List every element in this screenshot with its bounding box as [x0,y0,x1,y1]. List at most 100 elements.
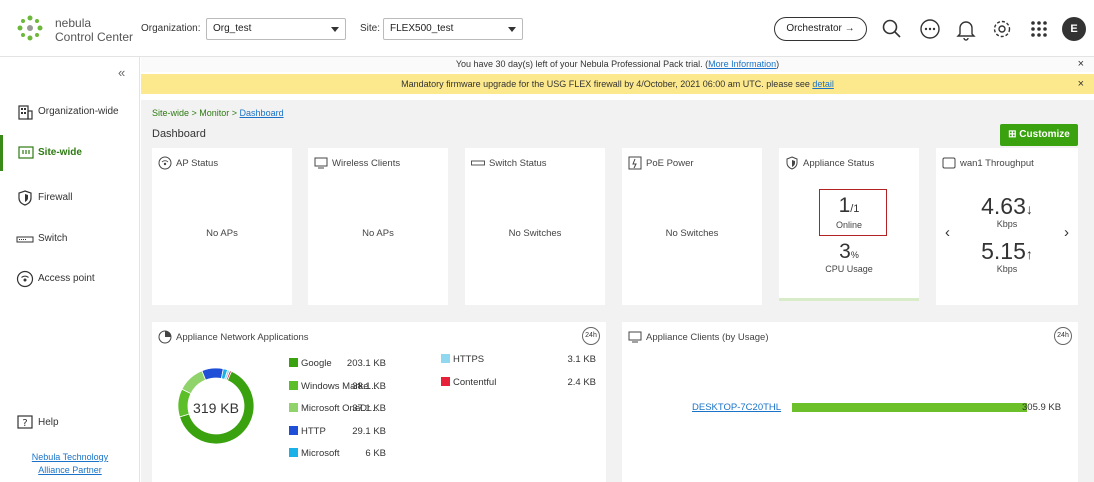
chevron-down-icon [331,27,339,32]
brand-line2: Control Center [55,30,134,44]
bell-icon[interactable] [954,17,978,41]
upload-throughput: 5.15↑ [936,238,1078,265]
nebula-logo-icon [17,15,43,41]
download-unit: Kbps [996,219,1018,229]
more-options-icon[interactable] [918,17,942,41]
shield-icon [18,190,32,206]
client-name-link[interactable]: DESKTOP-7C20THL [692,402,781,413]
site-label: Site: [360,23,381,34]
donut-slice-http[interactable] [201,367,224,381]
sidebar-item-switch[interactable]: Switch [0,224,140,254]
access-point-icon [16,270,34,288]
card-title-text: Switch Status [489,157,547,169]
legend-value: 2.4 KB [567,377,596,388]
legend-value: 3.1 KB [567,354,596,365]
firmware-text: Mandatory firmware upgrade for the USG F… [401,79,813,89]
time-range-badge[interactable]: 24h [582,327,600,345]
legend-item: Contentful 2.4 KB [441,377,596,388]
sidebar-item-help[interactable]: ? Help [0,408,140,438]
card-title-text: PoE Power [646,157,694,169]
search-icon[interactable] [880,17,904,41]
firmware-detail-link[interactable]: detail [812,79,834,89]
switch-icon [16,236,34,243]
card-empty-text: No Switches [508,228,562,239]
partner-link-line2[interactable]: Alliance Partner [0,464,140,477]
legend-label: Contentful [453,377,497,388]
appliance-clients-card: Appliance Clients (by Usage) 24h DESKTOP… [622,322,1078,482]
card-title: Appliance Network Applications [158,330,309,344]
card-title: Switch Status [471,156,547,170]
upload-unit: Kbps [996,264,1018,274]
partner-link-line1[interactable]: Nebula Technology [0,451,140,464]
breadcrumb: Site-wide > Monitor > Dashboard [152,108,284,118]
legend-item: Google 203.1 KB [289,358,386,369]
wireless-clients-card: Wireless Clients No APs [308,148,448,305]
apps-grid-icon[interactable] [1027,17,1051,41]
organization-value: Org_test [213,23,252,34]
page-title: Dashboard [152,128,206,140]
close-icon[interactable]: × [1078,57,1084,72]
brand-name: nebula Control Center [55,16,133,44]
card-title: PoE Power [628,156,694,170]
access-point-icon [158,156,172,170]
site-select[interactable]: FLEX500_test [383,18,523,40]
monitor-icon [628,331,642,343]
client-usage-value: 305.9 KB [1022,402,1062,413]
legend-item: Microsoft OneDr... 37.1 KB [289,403,386,414]
site-value: FLEX500_test [390,23,454,34]
legend-swatch [289,448,298,457]
card-title: AP Status [158,156,218,170]
poe-icon [628,156,642,170]
more-information-link[interactable]: More Information [708,59,776,69]
card-title: Wireless Clients [314,156,400,170]
sidebar-item-label: Firewall [38,192,73,203]
breadcrumb-dashboard-link[interactable]: Dashboard [240,108,284,118]
cpu-unit: % [850,250,859,260]
legend-value: 37.1 KB [352,403,386,414]
legend-label: HTTPS [453,354,485,365]
sidebar-item-label: Access point [38,273,95,284]
legend-value: 38.1 KB [352,380,386,392]
legend-value: 6 KB [365,448,386,459]
trial-banner: You have 30 day(s) left of your Nebula P… [141,57,1094,72]
legend-swatch [289,425,298,435]
ap-status-card: AP Status No APs [152,148,292,305]
card-title: Appliance Clients (by Usage) [628,330,769,344]
legend-item: HTTP 29.1 KB [289,425,386,437]
card-title: wan1 Throughput [942,156,1034,170]
legend-swatch [441,354,450,363]
organization-select[interactable]: Org_test [206,18,346,40]
wan-icon [942,157,956,169]
card-title-text: Appliance Status [803,157,875,169]
card-title-text: wan1 Throughput [960,157,1034,169]
building-icon [18,105,33,120]
donut-slice-microsoft-onedr[interactable] [181,370,207,395]
collapse-sidebar-icon[interactable]: « [118,65,125,80]
legend-value: 203.1 KB [346,358,386,369]
card-title-text: Appliance Clients (by Usage) [646,331,769,343]
gear-icon[interactable] [990,17,1014,41]
wan1-throughput-card: wan1 Throughput ‹ › 4.63↓ Kbps 5.15↑ Kbp… [936,148,1078,305]
sidebar-item-organization-wide[interactable]: Organization-wide [0,97,140,127]
customize-button[interactable]: ⊞ Customize [1000,124,1078,146]
sidebar-item-firewall[interactable]: Firewall [0,183,140,213]
arrow-down-icon: ↓ [1025,201,1033,217]
orchestrator-button[interactable]: Orchestrator → [774,17,867,41]
close-icon[interactable]: × [1078,74,1084,94]
firmware-banner: Mandatory firmware upgrade for the USG F… [141,74,1094,94]
sidebar-item-access-point[interactable]: Access point [0,264,140,294]
user-avatar[interactable]: E [1062,17,1086,41]
card-title-text: Appliance Network Applications [176,331,309,343]
legend-item: HTTPS 3.1 KB [441,354,596,365]
svg-text:?: ? [22,418,27,429]
time-range-badge[interactable]: 24h [1054,327,1072,345]
sidebar-item-site-wide[interactable]: Site-wide [0,135,140,171]
brand-line1: nebula [55,16,92,30]
cpu-usage-value: 3% [779,240,919,264]
chevron-down-icon [508,27,516,32]
customize-icon: ⊞ [1008,129,1020,140]
sidebar: « Organization-wide Site-wide Firewall S… [0,57,140,482]
legend-swatch [289,380,298,390]
site-icon [18,146,34,159]
card-empty-text: No Switches [665,228,719,239]
